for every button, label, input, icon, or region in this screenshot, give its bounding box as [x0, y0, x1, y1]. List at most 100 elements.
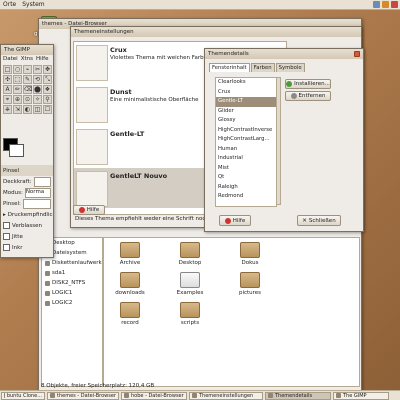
tool-button[interactable]: ◫ — [33, 105, 42, 114]
taskbar-item[interactable]: Themeneinstellungen — [189, 391, 263, 400]
engine-list-item[interactable]: Mist — [216, 164, 276, 174]
tool-button[interactable]: ✥ — [43, 65, 52, 74]
power-icon[interactable] — [391, 1, 398, 8]
sidebar-item-logic1[interactable]: LOGIC1 — [42, 288, 102, 298]
menu-system[interactable]: System — [22, 1, 44, 8]
file-examples[interactable]: Examples — [170, 272, 210, 296]
tool-button[interactable]: A — [3, 85, 12, 94]
taskbar-item[interactable]: hobe - Datei-Browser — [121, 391, 187, 400]
tool-button[interactable]: ✂ — [33, 65, 42, 74]
tool-button[interactable]: ⊕ — [13, 95, 22, 104]
button-label: Schließen — [308, 217, 336, 224]
tool-button[interactable]: ◐ — [23, 105, 32, 114]
engine-list-item[interactable]: Gentle-LT — [216, 97, 276, 107]
menu-help[interactable]: Hilfe — [36, 56, 49, 62]
tool-button[interactable]: ⌁ — [23, 65, 32, 74]
tool-button[interactable]: ✎ — [23, 75, 32, 84]
window-icon — [268, 393, 273, 398]
network-icon[interactable] — [373, 1, 380, 8]
folder-scripts[interactable]: scripts — [170, 302, 210, 326]
tool-button[interactable]: □ — [3, 65, 12, 74]
engine-list-item[interactable]: HighContrastInverse — [216, 126, 276, 136]
tool-button[interactable]: ⊙ — [23, 95, 32, 104]
details-help-button[interactable]: Hilfe — [219, 215, 251, 226]
folder-icon — [120, 242, 140, 258]
tool-button[interactable]: ⌖ — [3, 95, 12, 104]
tool-button[interactable]: ✏ — [13, 85, 22, 94]
tab-icons[interactable]: Symbole — [275, 63, 305, 72]
fade-checkbox[interactable] — [3, 222, 10, 229]
engine-list-item[interactable]: Clearlooks — [216, 78, 276, 88]
tab-window-content[interactable]: Fensterinhalt — [209, 63, 250, 72]
taskbar-item[interactable]: buntu Clone... — [1, 391, 45, 400]
menu-file[interactable]: Datei — [3, 56, 18, 62]
tab-colors[interactable]: Farben — [250, 63, 275, 72]
engine-list-item[interactable]: Crux — [216, 88, 276, 98]
mode-label: Modus: — [3, 189, 23, 196]
tool-button[interactable]: ⬤ — [33, 85, 42, 94]
close-icon[interactable] — [354, 51, 360, 57]
remove-button[interactable]: Entfernen — [285, 91, 331, 101]
folder-downloads[interactable]: downloads — [110, 272, 150, 296]
tool-button[interactable]: ✣ — [3, 75, 12, 84]
tool-button[interactable]: ⟲ — [33, 75, 42, 84]
theme-settings-titlebar[interactable]: Themeneinstellungen — [71, 27, 361, 37]
engine-list-item[interactable]: Glossy — [216, 116, 276, 126]
menu-places[interactable]: Orte — [3, 1, 16, 8]
install-button[interactable]: Installieren... — [285, 79, 331, 89]
folder-icon — [180, 302, 200, 318]
pressure-row[interactable]: ▸ Druckempfindlic — [1, 209, 53, 220]
fade-row[interactable]: Verblassen — [1, 220, 53, 231]
tool-button[interactable]: ⇲ — [13, 105, 22, 114]
tool-button[interactable]: ❖ — [43, 85, 52, 94]
folder-archive[interactable]: Archive — [110, 242, 150, 266]
opacity-row: Deckkraft: — [1, 176, 53, 187]
window-title: The GIMP — [4, 47, 30, 53]
opacity-slider[interactable] — [33, 176, 51, 187]
folder-record[interactable]: record — [110, 302, 150, 326]
sidebar-item-floppy[interactable]: Diskettenlaufwerk — [42, 258, 102, 268]
help-icon — [78, 207, 85, 213]
list-scrollbar[interactable] — [276, 77, 281, 205]
increment-label: Inkr — [12, 244, 23, 251]
menu-xtns[interactable]: Xtns — [21, 56, 33, 62]
engine-list-item[interactable]: Industrial — [216, 154, 276, 164]
engine-list-item[interactable]: Glider — [216, 107, 276, 117]
tool-button[interactable]: ○ — [13, 65, 22, 74]
jitter-row[interactable]: Jitte — [1, 231, 53, 242]
tool-button[interactable]: ⚲ — [43, 95, 52, 104]
engine-list-item[interactable]: Raleigh — [216, 183, 276, 193]
taskbar-item[interactable]: Themendetails — [265, 391, 331, 400]
taskbar-item[interactable]: The GIMP — [333, 391, 389, 400]
tool-button[interactable]: ✧ — [33, 95, 42, 104]
details-close-button[interactable]: ✕ Schließen — [297, 215, 341, 226]
brush-select[interactable] — [22, 198, 51, 209]
sidebar-item-logic2[interactable]: LOGIC2 — [42, 298, 102, 308]
help-button[interactable]: Hilfe — [73, 205, 105, 215]
mode-select[interactable]: Norma — [24, 187, 51, 198]
engine-list-item[interactable]: Human — [216, 145, 276, 155]
update-icon[interactable] — [382, 1, 389, 8]
tool-button[interactable]: ☐ — [43, 105, 52, 114]
tool-button[interactable]: ⬚ — [13, 75, 22, 84]
jitter-checkbox[interactable] — [3, 233, 10, 240]
folder-desktop[interactable]: Desktop — [170, 242, 210, 266]
increment-row[interactable]: Inkr — [1, 242, 53, 253]
color-swatches[interactable] — [3, 138, 24, 157]
gimp-titlebar[interactable]: The GIMP — [1, 45, 53, 55]
tool-button[interactable]: ⤡ — [43, 75, 52, 84]
sidebar-item-sda1[interactable]: sda1 — [42, 268, 102, 278]
tool-button[interactable]: ⎈ — [3, 105, 12, 114]
engine-list-item[interactable]: HighContrastLarg... — [216, 135, 276, 145]
sidebar-item-disk2[interactable]: DISK2_NTFS — [42, 278, 102, 288]
taskbar-item[interactable]: themes - Datei-Browser — [47, 391, 119, 400]
theme-details-titlebar[interactable]: Themendetails — [205, 49, 363, 59]
folder-pictures[interactable]: pictures — [230, 272, 270, 296]
folder-dokus[interactable]: Dokus — [230, 242, 270, 266]
engine-list-item[interactable]: Redmond — [216, 192, 276, 202]
increment-checkbox[interactable] — [3, 244, 10, 251]
background-color[interactable] — [9, 144, 24, 157]
sidebar-label: LOGIC2 — [52, 300, 73, 306]
tool-button[interactable]: ⌫ — [23, 85, 32, 94]
engine-list-item[interactable]: Qt — [216, 173, 276, 183]
